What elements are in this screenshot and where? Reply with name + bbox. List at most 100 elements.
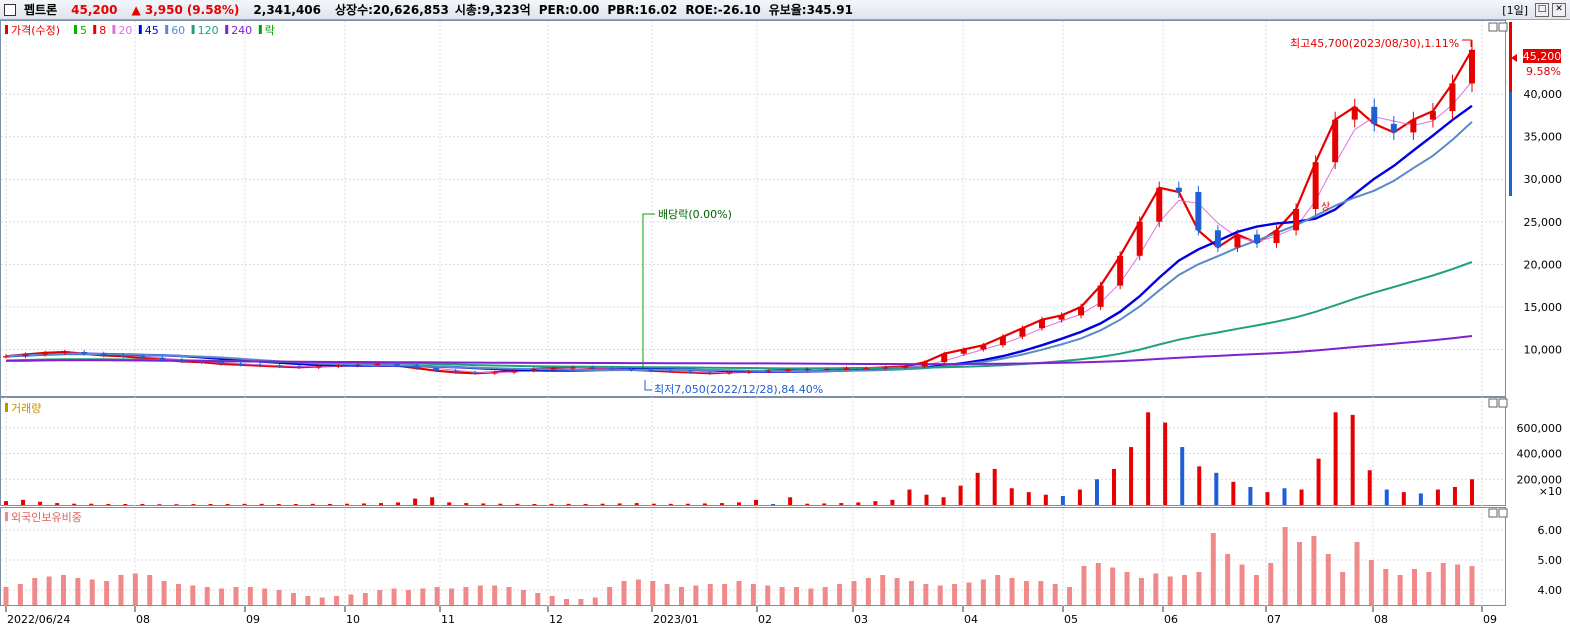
volume-bar <box>21 499 26 505</box>
candle-body <box>980 345 987 350</box>
volume-bar <box>498 503 503 505</box>
foreign-ratio-bar <box>750 584 756 605</box>
foreign-ratio-bar <box>679 587 685 605</box>
candle-body <box>218 362 225 364</box>
stock-name[interactable]: 펩트론 <box>24 1 57 18</box>
price-panel[interactable] <box>0 20 1506 397</box>
foreign-ratio-bar <box>1210 533 1216 605</box>
x-tick-label: 08 <box>136 613 150 626</box>
foreign-ratio-bar <box>894 578 900 605</box>
foreign-ratio-bar <box>1354 542 1360 605</box>
candle-body <box>999 336 1006 346</box>
volume-bar <box>1350 414 1355 505</box>
volume-bar <box>413 498 418 505</box>
volume-panel[interactable] <box>0 397 1506 506</box>
foreign-ratio-bar <box>233 587 239 605</box>
candle-body <box>823 369 830 371</box>
price-tick-label: 35,000 <box>1524 131 1563 144</box>
legend-label: 45 <box>145 24 159 37</box>
candle-body <box>1097 285 1104 307</box>
y-axis-ticks: 10,000 15,000 20,000 25,000 30,000 35,000 40,0… <box>1517 88 1563 597</box>
foreign-ratio-bar <box>1311 536 1317 605</box>
volume-bar <box>55 503 60 505</box>
volume-bar <box>72 503 77 505</box>
candle-body <box>1332 119 1339 163</box>
close-icon[interactable]: ✕ <box>1552 3 1566 17</box>
x-tick-label: 09 <box>246 613 260 626</box>
price-panel-close-icon[interactable] <box>1498 22 1508 32</box>
candle-body <box>589 367 596 369</box>
pbr-value: PBR:16.02 <box>607 2 678 17</box>
foreign-ratio-bar <box>1196 572 1202 605</box>
candle-body <box>354 364 361 366</box>
window-controls: [1일] □ ✕ <box>1502 2 1566 18</box>
volume-bar <box>276 503 281 505</box>
select-checkbox[interactable] <box>4 3 16 16</box>
candle-body <box>120 355 127 357</box>
x-tick-label: 03 <box>854 613 868 626</box>
foreign-panel-close-icon[interactable] <box>1498 508 1508 518</box>
foreign-ratio-bar <box>607 587 613 605</box>
volume-bar <box>430 497 435 505</box>
candle-body <box>374 363 381 366</box>
candle-body <box>257 364 264 366</box>
volume-bar <box>822 503 827 505</box>
volume-bar <box>737 502 741 505</box>
foreign-ratio-bar <box>334 596 340 605</box>
volume-bar <box>702 503 707 505</box>
candle-body <box>1038 319 1045 329</box>
price-change-pct: (9.58%) <box>186 2 240 17</box>
volume-bar <box>771 503 776 505</box>
x-tick-label: 10 <box>346 613 360 626</box>
volume-bar <box>873 501 878 505</box>
foreign-legend-swatch <box>5 512 8 521</box>
foreign-ratio-bar <box>923 584 929 605</box>
foreign-ratio-bar <box>1253 575 1259 605</box>
period-selector[interactable]: [1일] <box>1502 2 1528 18</box>
stock-chart[interactable]: 10,000 15,000 20,000 25,000 30,000 35,000 40,0… <box>0 20 1570 629</box>
foreign-ratio-bar <box>1282 527 1288 605</box>
foreign-panel-minimize-icon[interactable] <box>1488 508 1498 518</box>
volume-bar <box>941 497 946 505</box>
volume-bar <box>1316 458 1321 505</box>
volume-panel-minimize-icon[interactable] <box>1488 398 1498 408</box>
x-tick-label: 11 <box>441 613 455 626</box>
foreign-ratio-bar <box>1397 575 1403 605</box>
foreign-ratio-bar <box>1340 572 1346 605</box>
candle-body <box>863 368 870 370</box>
candle-body <box>706 372 713 374</box>
volume-bar <box>754 499 759 505</box>
foreign-ratio-bar <box>75 578 81 605</box>
volume-legend-swatch <box>5 403 8 412</box>
foreign-ratio-bar <box>837 584 843 605</box>
volume-bar <box>106 503 111 505</box>
candle-body <box>1449 83 1456 112</box>
last-price-value: 45,200 <box>1523 50 1562 63</box>
foreign-ratio-bar <box>1455 564 1461 605</box>
candle-body <box>628 369 635 371</box>
foreign-ratio-bar <box>420 588 426 605</box>
volume-bar <box>1435 489 1440 505</box>
price-panel-minimize-icon[interactable] <box>1488 22 1498 32</box>
foreign-ratio-bar <box>1124 572 1130 605</box>
foreign-ratio-bar <box>449 588 455 605</box>
volume-bar <box>396 502 401 505</box>
volume-panel-close-icon[interactable] <box>1498 398 1508 408</box>
volume-bar <box>634 503 639 505</box>
foreign-ratio-bar <box>1368 560 1374 605</box>
candle-body <box>139 356 146 358</box>
maximize-icon[interactable]: □ <box>1535 3 1549 17</box>
foreign-ratio-bar <box>17 584 23 605</box>
legend-label: 120 <box>198 24 219 37</box>
volume-bar <box>890 499 895 505</box>
volume-bar <box>992 468 997 505</box>
legend-label: 240 <box>231 24 252 37</box>
volume-bar <box>208 503 213 505</box>
volume-bar <box>651 503 656 505</box>
volume-bar <box>225 503 230 505</box>
volume-bar <box>1282 488 1287 505</box>
foreign-ratio-bar <box>204 587 210 605</box>
right-price-gauge-down <box>1509 92 1512 196</box>
candle-body <box>296 366 303 368</box>
volume-tick-label: 400,000 <box>1517 448 1563 461</box>
